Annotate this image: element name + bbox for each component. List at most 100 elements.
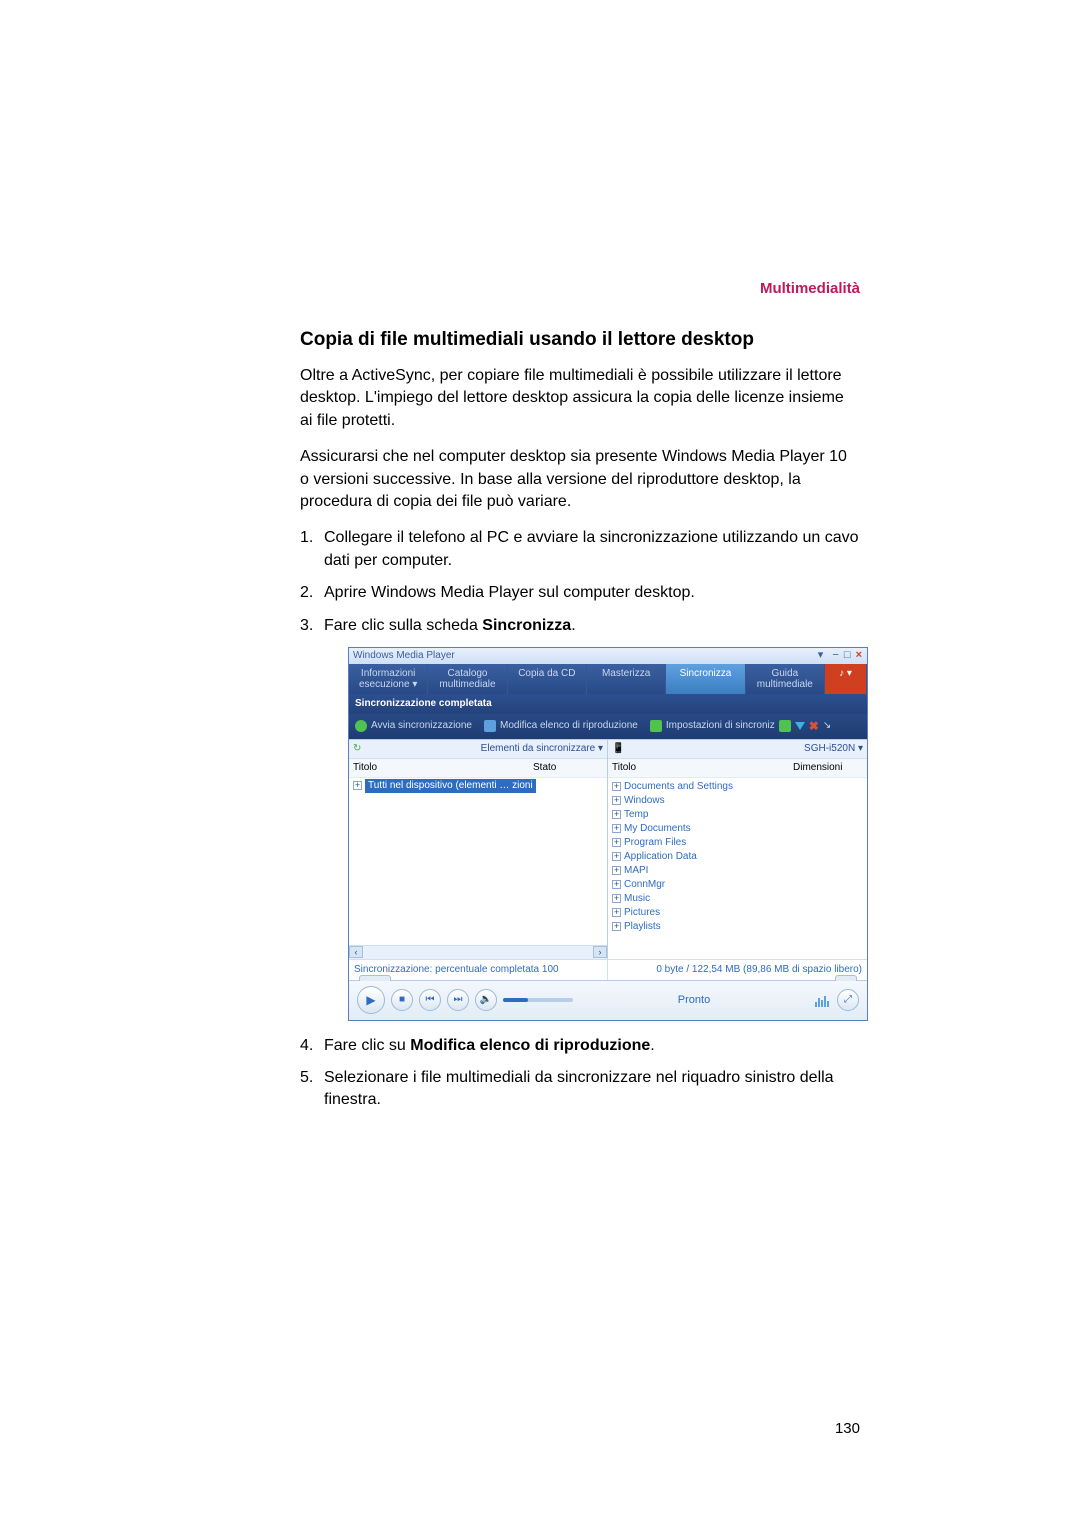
player-tab	[835, 975, 857, 981]
minimize-button[interactable]: −	[832, 649, 839, 661]
scroll-right[interactable]: ›	[593, 946, 607, 958]
device-tree: +Documents and Settings +Windows +Temp +…	[608, 778, 867, 936]
step-item: Fare clic sulla scheda Sincronizza. Wind…	[300, 615, 860, 1021]
tree-row[interactable]: +Pictures	[612, 906, 863, 920]
close-button[interactable]: ×	[856, 649, 863, 661]
tab-guide[interactable]: Guidamultimediale	[746, 664, 825, 694]
right-dropdown[interactable]: SGH-i520N	[804, 742, 863, 756]
text: Fare clic su	[324, 1037, 410, 1054]
device-icon: 📱	[612, 742, 624, 756]
page-heading: Copia di file multimediali usando il let…	[300, 329, 860, 351]
sync-toolbar: Avvia sincronizzazione Modifica elenco d…	[349, 714, 867, 739]
start-sync-button[interactable]: Avvia sincronizzazione	[371, 719, 472, 733]
left-pane-header[interactable]: ↻ Elementi da sincronizzare	[349, 740, 607, 759]
h-scrollbar[interactable]: ‹ ›	[349, 945, 607, 959]
sync-settings-button[interactable]: Impostazioni di sincroniz	[666, 719, 775, 733]
prev-button[interactable]: ⏮	[419, 989, 441, 1011]
brush-icon: ↘	[823, 719, 831, 733]
expand-icon[interactable]: +	[353, 781, 362, 790]
settings-icon	[779, 720, 791, 732]
section-label: Multimedialità	[300, 280, 860, 297]
right-list[interactable]: +Documents and Settings +Windows +Temp +…	[608, 778, 867, 959]
text: Fare clic sulla scheda	[324, 617, 482, 634]
tree-row[interactable]: +Documents and Settings	[612, 780, 863, 794]
tab-library[interactable]: Catalogomultimediale	[428, 664, 507, 694]
window-titlebar: Windows Media Player ▾ − □ ×	[349, 648, 867, 664]
expand-icon[interactable]: +	[612, 824, 621, 833]
right-pane-header[interactable]: 📱 SGH-i520N	[608, 740, 867, 759]
expand-icon[interactable]: +	[612, 810, 621, 819]
ui-term: Modifica elenco di riproduzione	[410, 1037, 650, 1054]
text: .	[650, 1037, 654, 1054]
fullscreen-button[interactable]: ⤢	[837, 989, 859, 1011]
maximize-button[interactable]: □	[844, 649, 852, 661]
tree-row[interactable]: +My Documents	[612, 822, 863, 836]
status-row: Sincronizzazione: percentuale completata…	[349, 959, 867, 980]
play-glyph-icon	[795, 722, 805, 730]
next-button[interactable]: ⏭	[447, 989, 469, 1011]
player-controls: ▶ ■ ⏮ ⏭ 🔈 Pronto ⤢	[349, 980, 867, 1020]
expand-icon[interactable]: +	[612, 908, 621, 917]
expand-icon[interactable]: +	[612, 796, 621, 805]
tab-sync[interactable]: Sincronizza	[666, 664, 745, 694]
step-item: Aprire Windows Media Player sul computer…	[300, 582, 860, 604]
expand-icon[interactable]: +	[612, 922, 621, 931]
tab-now-playing[interactable]: Informazioniesecuzione ▾	[349, 664, 428, 694]
left-columns: Titolo Stato	[349, 759, 607, 778]
expand-icon[interactable]: +	[612, 866, 621, 875]
tab-rip[interactable]: Copia da CD	[508, 664, 587, 694]
tree-row[interactable]: +Application Data	[612, 850, 863, 864]
mute-button[interactable]: 🔈	[475, 989, 497, 1011]
tree-row[interactable]: +Windows	[612, 794, 863, 808]
scroll-left[interactable]: ‹	[349, 946, 363, 958]
tab-music-store[interactable]: ♪ ▾	[825, 664, 867, 694]
expand-icon[interactable]: +	[612, 880, 621, 889]
player-status: Pronto	[579, 993, 809, 1008]
list-item[interactable]: + Tutti nel dispositivo (elementi … zion…	[349, 778, 607, 794]
right-columns: Titolo Dimensioni	[608, 759, 867, 778]
step-item: Selezionare i file multimediali da sincr…	[300, 1067, 860, 1112]
step-item: Fare clic su Modifica elenco di riproduz…	[300, 1035, 860, 1057]
tree-row[interactable]: +Music	[612, 892, 863, 906]
text: .	[571, 617, 575, 634]
start-sync-icon	[355, 720, 367, 732]
paragraph: Assicurarsi che nel computer desktop sia…	[300, 446, 860, 513]
col-title: Titolo	[612, 761, 793, 775]
sync-panes: ↻ Elementi da sincronizzare Titolo Stato…	[349, 739, 867, 959]
stop-button[interactable]: ■	[391, 989, 413, 1011]
selected-item[interactable]: Tutti nel dispositivo (elementi … zioni	[365, 779, 536, 793]
window-title: Windows Media Player	[353, 649, 455, 663]
tree-row[interactable]: +Program Files	[612, 836, 863, 850]
device-space-text: 0 byte / 122,54 MB (89,86 MB di spazio l…	[608, 960, 867, 980]
right-pane: 📱 SGH-i520N Titolo Dimensioni +Documents…	[608, 740, 867, 959]
expand-icon[interactable]: +	[612, 838, 621, 847]
expand-icon[interactable]: +	[612, 782, 621, 791]
col-size: Dimensioni	[793, 761, 863, 775]
expand-icon[interactable]: +	[612, 852, 621, 861]
tree-row[interactable]: +Playlists	[612, 920, 863, 934]
volume-slider[interactable]	[503, 998, 573, 1002]
expand-icon[interactable]: +	[612, 894, 621, 903]
paragraph: Oltre a ActiveSync, per copiare file mul…	[300, 365, 860, 432]
tree-row[interactable]: +ConnMgr	[612, 878, 863, 892]
refresh-icon: ↻	[353, 742, 361, 756]
ui-term: Sincronizza	[482, 617, 571, 634]
play-button[interactable]: ▶	[357, 986, 385, 1014]
equalizer-icon	[815, 993, 831, 1007]
sync-settings-icon	[650, 720, 662, 732]
edit-playlist-icon	[484, 720, 496, 732]
edit-playlist-button[interactable]: Modifica elenco di riproduzione	[500, 719, 638, 733]
scroll-track[interactable]	[363, 946, 593, 958]
delete-icon[interactable]: ✖	[809, 718, 819, 735]
left-pane: ↻ Elementi da sincronizzare Titolo Stato…	[349, 740, 608, 959]
col-title: Titolo	[353, 761, 533, 775]
tree-row[interactable]: +MAPI	[612, 864, 863, 878]
left-dropdown[interactable]: Elementi da sincronizzare	[481, 742, 603, 756]
window-controls: ▾ − □ ×	[818, 648, 863, 663]
left-list[interactable]: + Tutti nel dispositivo (elementi … zion…	[349, 778, 607, 945]
sync-status-bar: Sincronizzazione completata	[349, 694, 867, 714]
step-item: Collegare il telefono al PC e avviare la…	[300, 527, 860, 572]
slider-fill	[503, 998, 528, 1002]
tree-row[interactable]: +Temp	[612, 808, 863, 822]
tab-burn[interactable]: Masterizza	[587, 664, 666, 694]
